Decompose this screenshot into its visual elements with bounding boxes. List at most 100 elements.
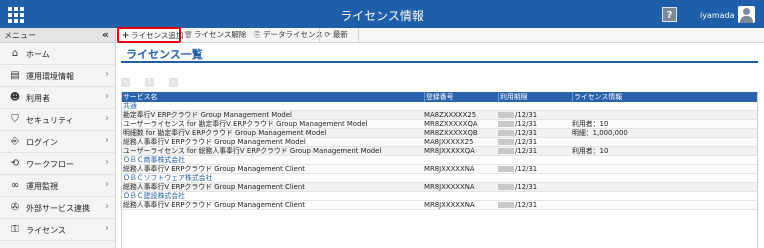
sidebar-item-label: 運用環境情報 xyxy=(26,72,74,81)
registration-number-cell: MR8ZXXXXXQA xyxy=(424,120,478,128)
sidebar-item-7[interactable]: ✇ 外部サービス連携 › xyxy=(0,197,115,219)
sidebar: メニュー « ⌂ ホーム ▤ 運用環境情報 › ☻ 利用者 › ⛉ セキュリティ › ⎆ ログイン › ⟲ ワ… xyxy=(0,28,116,248)
table-row[interactable]: 総務人事奉行V ERPクラウド Group Management Client M… xyxy=(122,183,757,192)
chevron-right-icon: › xyxy=(105,69,109,80)
sidebar-nav: ⌂ ホーム ▤ 運用環境情報 › ☻ 利用者 › ⛉ セキュリティ › ⎆ ログイン › ⟲ ワークフロー › ∞… xyxy=(0,43,115,241)
table-row[interactable]: 明細数 for 勘定奉行V ERPクラウド Group Management M… xyxy=(122,129,757,138)
service-name-cell: 総務人事奉行V ERPクラウド Group Management Client xyxy=(123,165,305,173)
redacted-year xyxy=(498,121,514,127)
registration-number-cell: MA8JXXXXX25 xyxy=(424,138,474,146)
expiry-cell: /12/31 xyxy=(498,111,570,120)
sidebar-item-label: 利用者 xyxy=(26,94,50,103)
sidebar-item-2[interactable]: ☻ 利用者 › xyxy=(0,87,115,109)
data-license-label: データライセンス xyxy=(263,30,323,39)
refresh-label: 最新 xyxy=(333,30,348,39)
group-name: ＯＢＣ商事株式会社 xyxy=(123,156,186,164)
column-header-expiry[interactable]: 利用期限 xyxy=(498,92,570,102)
username: iyamada xyxy=(700,11,735,20)
table-row[interactable]: 総務人事奉行V ERPクラウド Group Management Client M… xyxy=(122,165,757,174)
refresh-button[interactable]: ⟳ 最新 xyxy=(319,28,359,43)
chevron-right-icon: › xyxy=(105,179,109,190)
expiry-text: /12/31 xyxy=(515,129,538,137)
group-name: 共通 xyxy=(123,102,137,110)
company-group-row: 共通 xyxy=(122,102,757,111)
service-name-cell: 総務人事奉行V ERPクラウド Group Management Client xyxy=(123,183,305,191)
service-name-cell: 総務人事奉行V ERPクラウド Group Management Model xyxy=(123,138,306,146)
expiry-text: /12/31 xyxy=(515,165,538,173)
add-license-button[interactable]: + ライセンス追加 xyxy=(117,27,184,43)
sidebar-item-5[interactable]: ⟲ ワークフロー › xyxy=(0,153,115,175)
expiry-text: /12/31 xyxy=(515,147,538,155)
registration-number-cell: MR8JXXXXXQA xyxy=(424,147,475,155)
expiry-text: /12/31 xyxy=(515,138,538,146)
expiry-cell: /12/31 xyxy=(498,165,570,174)
expiry-cell: /12/31 xyxy=(498,129,570,138)
table-body: 共通 勘定奉行V ERPクラウド Group Management Model MA… xyxy=(122,102,757,210)
table-row[interactable]: 総務人事奉行V ERPクラウド Group Management Client M… xyxy=(122,201,757,210)
sidebar-item-label: 外部サービス連携 xyxy=(26,204,90,213)
sidebar-item-1[interactable]: ▤ 運用環境情報 › xyxy=(0,65,115,87)
service-name-cell: 勘定奉行V ERPクラウド Group Management Model xyxy=(123,111,292,119)
help-button[interactable]: ? xyxy=(662,7,677,22)
company-group-row: ＯＢＣ建設株式会社 xyxy=(122,192,757,201)
expiry-cell: /12/31 xyxy=(498,138,570,147)
sidebar-item-0[interactable]: ⌂ ホーム xyxy=(0,43,115,65)
expiry-cell: /12/31 xyxy=(498,120,570,129)
registration-number-cell: MR8JXXXXXNA xyxy=(424,201,475,209)
home-icon: ⌂ xyxy=(11,48,19,59)
refresh-icon: ⟳ xyxy=(324,30,331,39)
group-name: ＯＢＣ建設株式会社 xyxy=(123,192,186,200)
remove-license-label: ライセンス解除 xyxy=(194,30,247,39)
redacted-year xyxy=(498,130,514,136)
collapse-menu-button[interactable]: « xyxy=(102,28,109,41)
column-header-license-info[interactable]: ライセンス情報 xyxy=(572,92,757,102)
sidebar-item-label: ライセンス xyxy=(26,226,66,235)
sidebar-item-6[interactable]: ∞ 運用監視 › xyxy=(0,175,115,197)
sidebar-item-3[interactable]: ⛉ セキュリティ › xyxy=(0,109,115,131)
column-header-registration[interactable]: 登録番号 xyxy=(424,92,496,102)
registration-number-cell: MR8JXXXXXNA xyxy=(424,165,475,173)
sidebar-item-label: 運用監視 xyxy=(26,182,58,191)
table-header-row: サービス名 登録番号 利用期限 ライセンス情報 xyxy=(122,92,757,102)
table-row[interactable]: ユーザーライセンス for 勘定奉行V ERPクラウド Group Manage… xyxy=(122,120,757,129)
registration-number-cell: MA8ZXXXXX25 xyxy=(424,111,477,119)
chevron-right-icon: › xyxy=(105,201,109,212)
users-icon: ☻ xyxy=(9,92,21,103)
redacted-year xyxy=(498,139,514,145)
chevron-right-icon: › xyxy=(105,135,109,146)
company-group-row: ＯＢＣソフトウェア株式会社 xyxy=(122,174,757,183)
group-name: ＯＢＣソフトウェア株式会社 xyxy=(123,174,213,182)
sidebar-item-4[interactable]: ⎆ ログイン › xyxy=(0,131,115,153)
page-title: ライセンス一覧 xyxy=(126,48,203,61)
column-header-service[interactable]: サービス名 xyxy=(122,92,422,102)
toolbar: + ライセンス追加 🗑ライセンス解除 ⎘ データライセンス ⟳ 最新 xyxy=(116,27,764,43)
workflow-icon: ⟲ xyxy=(10,158,20,169)
registration-number-cell: MR8JXXXXXNA xyxy=(424,183,475,191)
next-page-button[interactable]: › xyxy=(169,78,178,87)
license-info-cell: 利用者：10 xyxy=(572,147,609,155)
sidebar-item-label: セキュリティ xyxy=(26,116,74,125)
chevron-right-icon: › xyxy=(105,157,109,168)
chevron-right-icon: › xyxy=(105,223,109,234)
clipboard-icon: ▤ xyxy=(10,70,20,81)
expiry-text: /12/31 xyxy=(515,201,538,209)
table-row[interactable]: 勘定奉行V ERPクラウド Group Management Model MA8Z… xyxy=(122,111,757,120)
service-name-cell: ユーザーライセンス for 総務人事奉行V ERPクラウド Group Mana… xyxy=(123,147,382,155)
page-number-button[interactable]: 1 xyxy=(145,78,154,87)
avatar-icon[interactable] xyxy=(738,6,755,23)
app-header: ライセンス情報 ? iyamada xyxy=(0,0,764,28)
service-name-cell: ユーザーライセンス for 勘定奉行V ERPクラウド Group Manage… xyxy=(123,120,368,128)
remove-license-button[interactable]: 🗑ライセンス解除 xyxy=(182,28,250,43)
login-icon: ⎆ xyxy=(11,136,19,147)
data-license-button[interactable]: ⎘ データライセンス xyxy=(251,28,323,43)
table-row[interactable]: 総務人事奉行V ERPクラウド Group Management Model MA… xyxy=(122,138,757,147)
prev-page-button[interactable]: ‹ xyxy=(121,78,130,87)
app-launcher-icon[interactable] xyxy=(7,6,24,23)
add-license-label: ライセンス追加 xyxy=(131,31,184,40)
redacted-year xyxy=(498,166,514,172)
table-row[interactable]: ユーザーライセンス for 総務人事奉行V ERPクラウド Group Mana… xyxy=(122,147,757,156)
sidebar-item-8[interactable]: ⚿ ライセンス › xyxy=(0,219,115,241)
plus-icon: + xyxy=(121,31,130,41)
expiry-cell: /12/31 xyxy=(498,183,570,192)
expiry-cell: /12/31 xyxy=(498,147,570,156)
